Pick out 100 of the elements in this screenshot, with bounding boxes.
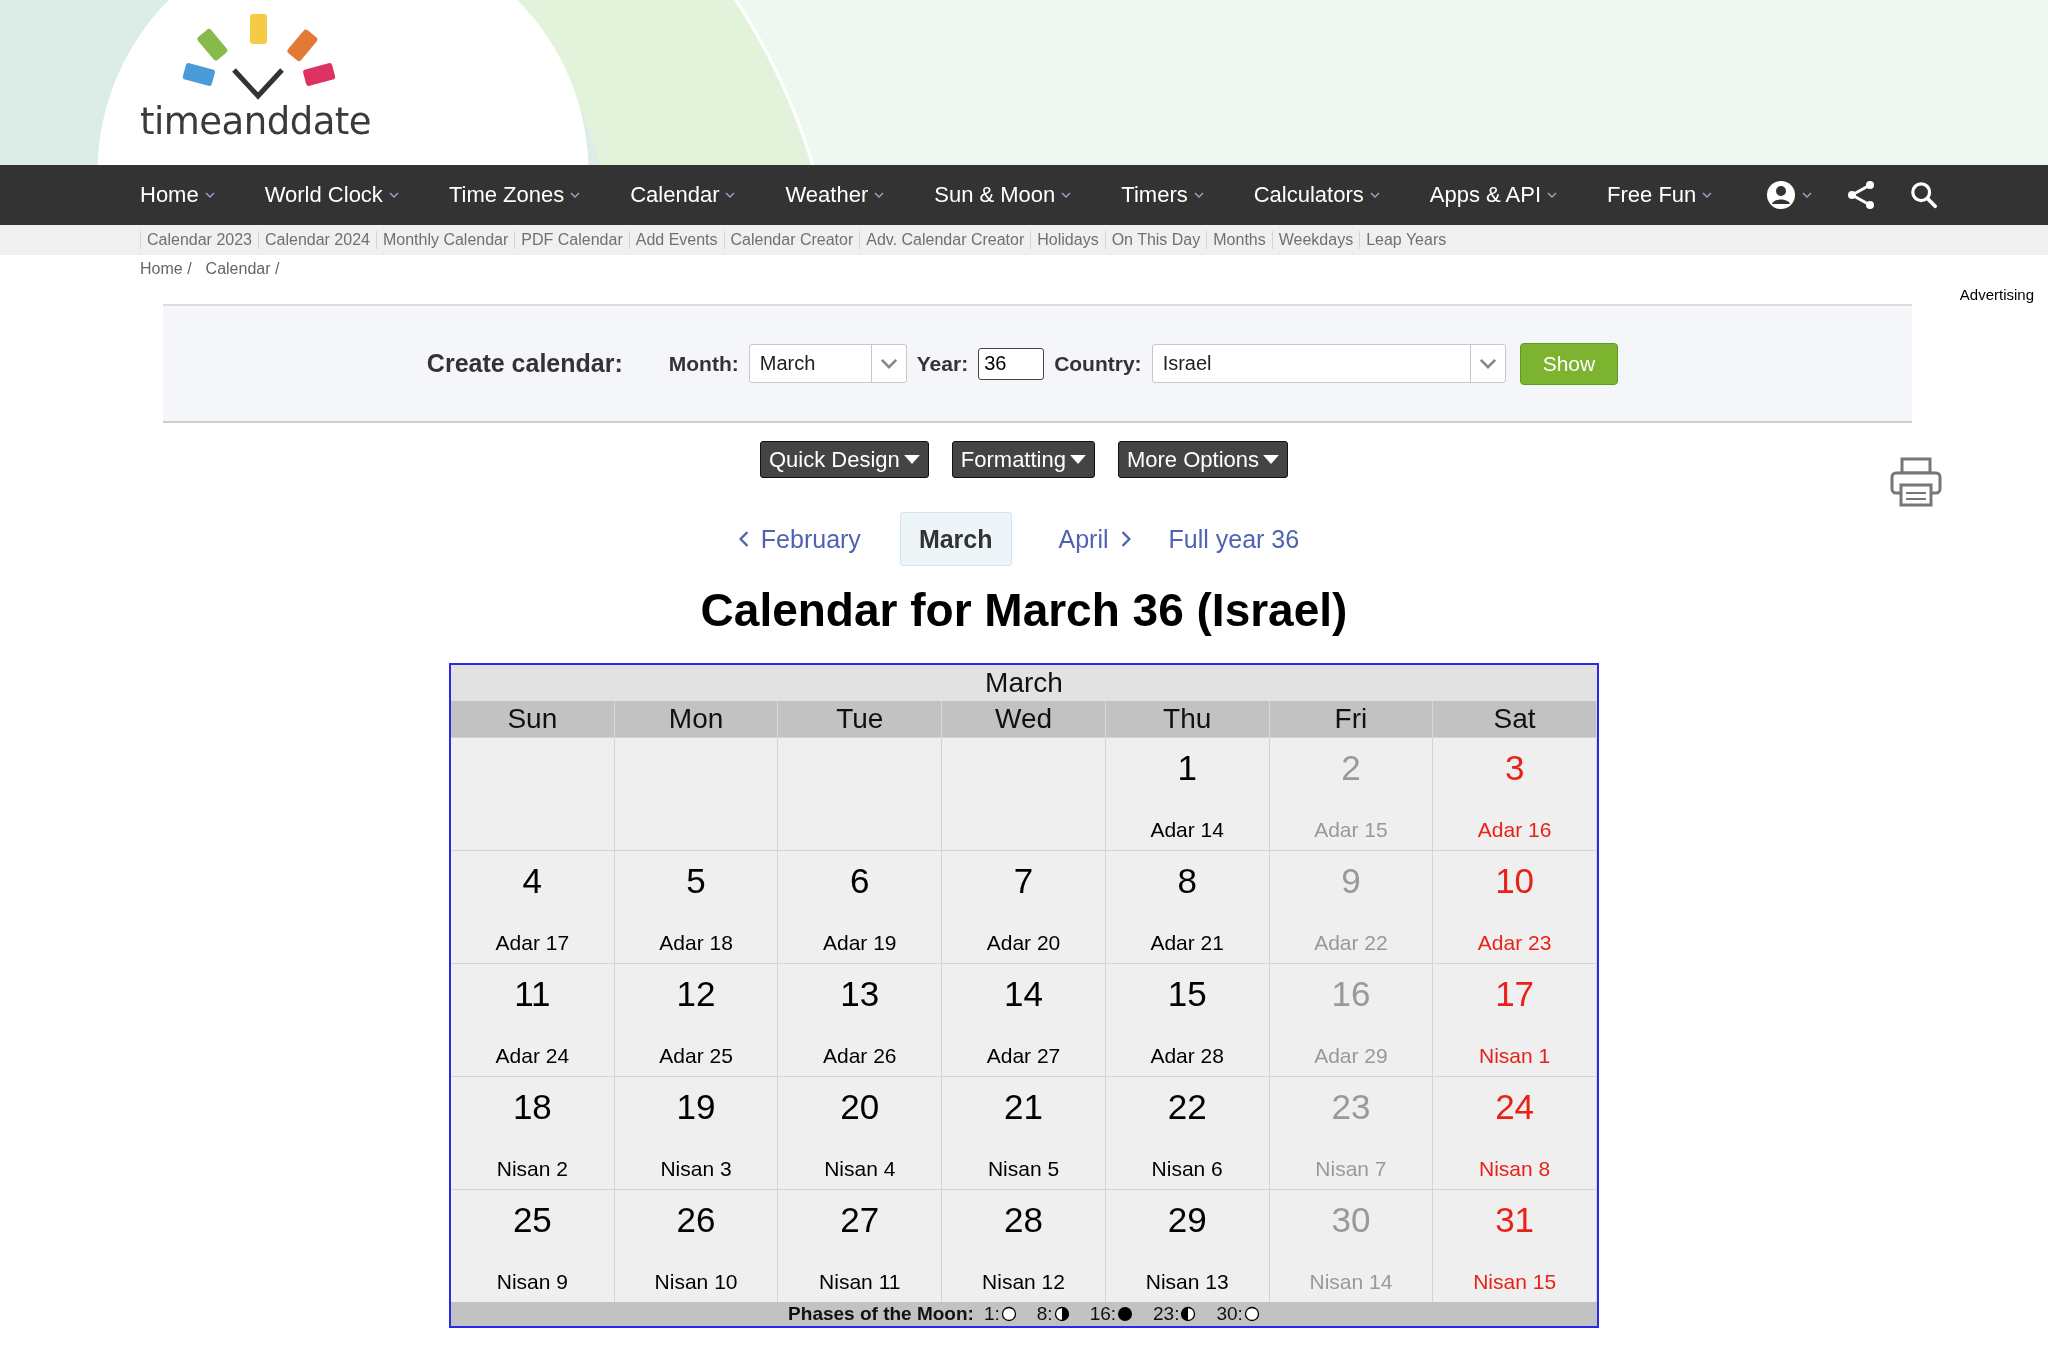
account-menu[interactable] <box>1766 180 1813 210</box>
subnav-link[interactable]: Adv. Calendar Creator <box>859 231 1031 249</box>
subnav-link[interactable]: Months <box>1206 231 1272 249</box>
day-number: 28 <box>1004 1200 1043 1240</box>
nav-link[interactable]: Apps & API <box>1429 182 1558 208</box>
hebrew-date: Adar 24 <box>495 1044 570 1068</box>
search-icon[interactable] <box>1910 181 1939 209</box>
nav-link[interactable]: Timers <box>1121 182 1204 208</box>
day-number: 1 <box>1177 748 1197 788</box>
month-label: Month: <box>668 351 739 376</box>
hebrew-date: Adar 23 <box>1477 931 1552 955</box>
moon-phase-date: 1: <box>983 1303 1000 1325</box>
country-select[interactable]: Israel <box>1151 344 1506 383</box>
printer-icon[interactable] <box>1890 457 1942 507</box>
nav-link[interactable]: Free Fun <box>1607 182 1713 208</box>
breadcrumb-link[interactable]: Calendar / <box>205 260 280 298</box>
chevron-down-icon <box>1702 192 1713 198</box>
weekday-header: Thu <box>1105 701 1270 737</box>
day-number: 31 <box>1495 1200 1535 1240</box>
day-number: 4 <box>522 861 543 901</box>
hebrew-date: Nisan 7 <box>1315 1157 1387 1181</box>
day-number: 25 <box>512 1200 552 1240</box>
subnav-link[interactable]: PDF Calendar <box>514 231 629 249</box>
year-input[interactable]: 36 <box>978 347 1045 380</box>
nav-link[interactable]: World Clock <box>264 182 399 208</box>
full-moon-icon <box>1243 1306 1260 1322</box>
day-number: 17 <box>1495 974 1535 1014</box>
day-number: 27 <box>840 1200 880 1240</box>
half-moon-icon <box>1180 1306 1197 1322</box>
country-label: Country: <box>1054 351 1142 376</box>
chevron-down-icon <box>725 192 736 198</box>
chevron-down-icon <box>204 192 215 198</box>
dropdown-button[interactable]: More Options <box>1117 441 1289 478</box>
day-number: 21 <box>1004 1087 1043 1127</box>
subnav-link[interactable]: Weekdays <box>1271 231 1360 249</box>
advertising-label: Advertising <box>1959 286 2034 303</box>
hebrew-date: Nisan 9 <box>496 1270 568 1294</box>
subnav-link[interactable]: Calendar Creator <box>723 231 860 249</box>
nav-link[interactable]: Sun & Moon <box>934 182 1072 208</box>
month-header: March <box>451 665 1597 701</box>
dropdown-button[interactable]: Formatting <box>951 441 1095 478</box>
month-select[interactable]: March <box>748 344 907 383</box>
hebrew-date: Nisan 5 <box>987 1157 1060 1181</box>
day-number: 24 <box>1495 1087 1535 1127</box>
subnav-link[interactable]: Monthly Calendar <box>375 231 515 249</box>
half-moon-icon <box>1053 1306 1070 1322</box>
day-number: 9 <box>1341 861 1361 901</box>
hebrew-date: Nisan 2 <box>496 1157 568 1181</box>
day-number: 29 <box>1167 1200 1207 1240</box>
chevron-left-icon <box>738 531 749 547</box>
year-label: Year: <box>916 351 969 376</box>
month-nav-link[interactable]: February <box>719 512 880 566</box>
form-title: Create calendar: <box>426 349 623 378</box>
nav-link[interactable]: Home <box>140 182 215 208</box>
nav-link[interactable]: Time Zones <box>448 182 581 208</box>
nav-link[interactable]: Calculators <box>1253 182 1380 208</box>
nav-link[interactable]: Calendar <box>630 182 736 208</box>
hebrew-date: Adar 18 <box>659 931 733 955</box>
logo-text[interactable]: timeanddate <box>140 102 372 142</box>
subnav-link[interactable]: Holidays <box>1030 231 1105 249</box>
hebrew-date: Adar 26 <box>823 1044 897 1068</box>
nav-link[interactable]: Weather <box>785 182 885 208</box>
chevron-down-icon <box>874 192 885 198</box>
moon-phase-date: 8: <box>1036 1303 1053 1325</box>
subnav-link[interactable]: Leap Years <box>1359 231 1453 249</box>
moon-phase-date: 30: <box>1216 1303 1243 1325</box>
moon-phases-label: Phases of the Moon: <box>788 1303 974 1325</box>
share-icon[interactable] <box>1846 180 1877 210</box>
subnav-link[interactable]: Calendar 2023 <box>140 231 258 249</box>
day-number: 10 <box>1495 861 1535 901</box>
caret-down-icon <box>1263 455 1280 464</box>
dropdown-button[interactable]: Quick Design <box>759 441 929 478</box>
day-number: 7 <box>1013 861 1034 901</box>
weekday-header: Tue <box>778 701 943 737</box>
day-number: 8 <box>1177 861 1197 901</box>
day-number: 3 <box>1504 748 1525 788</box>
month-nav-link[interactable]: April <box>1039 512 1150 566</box>
day-number: 14 <box>1004 974 1043 1014</box>
month-nav-link[interactable]: March <box>899 512 1012 566</box>
hebrew-date: Adar 15 <box>1314 818 1388 842</box>
day-number: 20 <box>840 1087 880 1127</box>
moon-phase-date: 16: <box>1089 1303 1117 1325</box>
caret-down-icon <box>903 455 920 464</box>
hebrew-date: Adar 27 <box>986 1044 1061 1068</box>
month-nav-link[interactable]: Full year 36 <box>1149 512 1319 566</box>
hebrew-date: Adar 22 <box>1314 931 1388 955</box>
subnav-link[interactable]: Add Events <box>628 231 724 249</box>
subnav-link[interactable]: On This Day <box>1104 231 1207 249</box>
hebrew-date: Nisan 14 <box>1309 1270 1393 1294</box>
hebrew-date: Nisan 8 <box>1479 1157 1551 1181</box>
breadcrumb-link[interactable]: Home / <box>140 260 192 298</box>
subnav-link[interactable]: Calendar 2024 <box>257 231 376 249</box>
chevron-down-icon <box>1478 358 1497 369</box>
hebrew-date: Nisan 11 <box>819 1270 901 1294</box>
hebrew-date: Nisan 6 <box>1151 1157 1223 1181</box>
day-number: 12 <box>676 974 716 1014</box>
day-number: 26 <box>676 1200 716 1240</box>
day-number: 5 <box>686 861 706 901</box>
day-number: 6 <box>850 861 870 901</box>
day-number: 2 <box>1341 748 1361 788</box>
